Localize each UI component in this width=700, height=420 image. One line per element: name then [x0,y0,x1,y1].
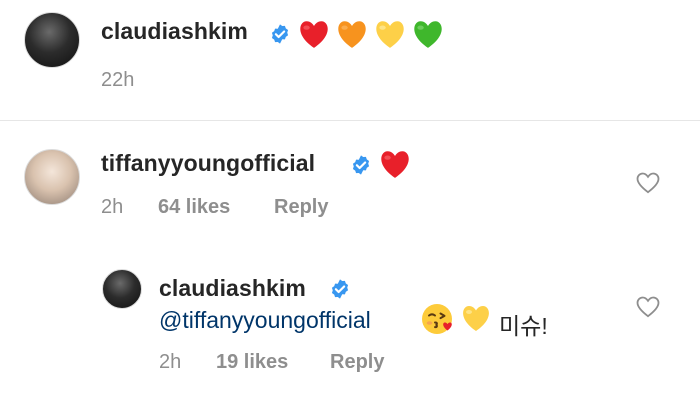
comment-username[interactable]: tiffanyyoungofficial [101,150,315,177]
post-username[interactable]: claudiashkim [101,18,248,45]
verified-badge-icon [329,278,351,300]
comment-likes-count[interactable]: 64 likes [158,196,230,219]
orange-heart-icon [335,18,369,50]
green-heart-icon [411,18,445,50]
comment-reply-button[interactable]: Reply [274,196,328,219]
reply-like-heart-icon[interactable] [636,296,660,318]
yellow-heart-icon [460,303,492,333]
reply-likes-count[interactable]: 19 likes [216,351,288,374]
comment-timestamp: 2h [101,196,124,218]
comment-avatar[interactable] [24,149,80,205]
yellow-heart-icon [373,18,407,50]
post-avatar[interactable] [24,12,80,68]
reply-username[interactable]: claudiashkim [159,275,306,302]
verified-badge-icon [350,154,372,176]
reply-mention-link[interactable]: @tiffanyyoungofficial [159,307,371,334]
verified-badge-icon [269,23,291,45]
section-divider [0,120,700,121]
reply-timestamp: 2h [159,351,182,373]
reply-avatar[interactable] [102,269,142,309]
red-heart-icon [378,148,412,180]
red-heart-icon [297,18,331,50]
reply-reply-button[interactable]: Reply [330,351,384,374]
post-timestamp: 22h [101,69,135,91]
kissing-face-with-heart-icon [421,302,455,336]
reply-text: 미슈! [499,313,548,339]
comment-like-heart-icon[interactable] [636,172,660,194]
